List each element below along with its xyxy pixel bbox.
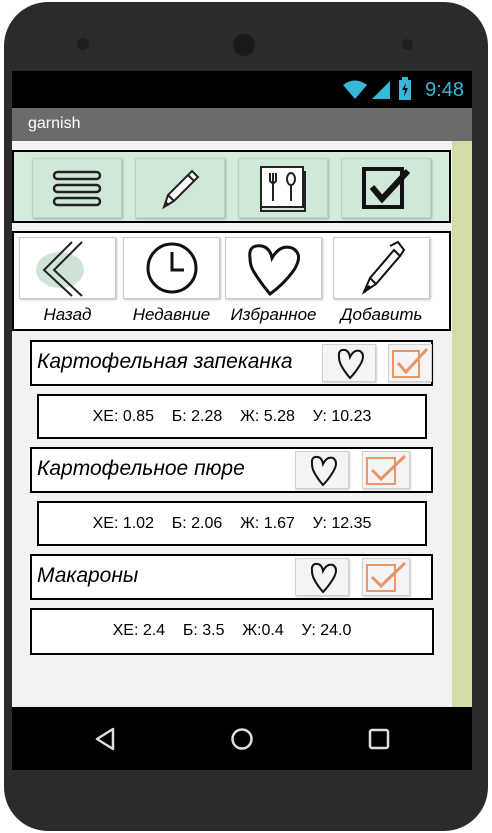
back-triangle-icon[interactable]: [93, 727, 117, 751]
front-camera: [77, 38, 89, 50]
nutrition-values: ХЕ: 1.02 Б: 2.06 Ж: 1.67 У: 12.35: [92, 515, 372, 532]
back-label: Назад: [43, 305, 92, 324]
system-nav-bar: [12, 707, 472, 770]
status-bar: 9:48: [12, 71, 472, 108]
favorite-button[interactable]: [322, 344, 376, 382]
screen: 9:48 garnish Назад Недавние Избранное До…: [12, 71, 472, 770]
checkbox-icon: [392, 347, 429, 378]
recipe-book-icon: [260, 166, 306, 212]
top-toolbar: [12, 150, 451, 223]
sensor-dot: [402, 39, 413, 50]
pencil-icon: [162, 169, 200, 210]
heart-icon: [337, 348, 364, 380]
nutrition-row: ХЕ: 0.85 Б: 2.28 Ж: 5.28 У: 10.23: [37, 394, 427, 439]
back-chevron-icon: [36, 241, 84, 297]
clock-icon: [146, 242, 198, 294]
favorite-button[interactable]: [295, 558, 349, 596]
list-item-header[interactable]: Картофельная запеканка: [30, 340, 433, 386]
nutrition-values: ХЕ: 2.4 Б: 3.5 Ж:0.4 У: 24.0: [112, 622, 352, 639]
edit-button[interactable]: [135, 158, 225, 218]
favorites-label: Избранное: [230, 305, 317, 324]
app-title: garnish: [28, 115, 81, 132]
list-item-header[interactable]: Картофельное пюре: [30, 447, 433, 493]
heart-icon: [248, 244, 300, 297]
checkbox-icon: [362, 167, 411, 209]
add-label: Добавить: [340, 305, 423, 324]
recents-square-icon[interactable]: [367, 727, 391, 751]
item-name: Макароны: [37, 564, 139, 587]
menu-icon: [52, 170, 102, 207]
favorite-button[interactable]: [295, 451, 349, 489]
nutrition-row: ХЕ: 2.4 Б: 3.5 Ж:0.4 У: 24.0: [30, 608, 434, 655]
favorites-button[interactable]: [225, 237, 322, 299]
add-button[interactable]: [333, 237, 430, 299]
recipes-button[interactable]: [238, 158, 328, 218]
checkbox-icon: [366, 454, 407, 485]
speaker-grille: [233, 34, 255, 56]
back-button[interactable]: [19, 237, 116, 299]
heart-icon: [310, 455, 337, 487]
home-circle-icon[interactable]: [230, 727, 254, 751]
recent-button[interactable]: [123, 237, 220, 299]
battery-icon: [399, 77, 411, 100]
pen-icon: [361, 240, 406, 295]
done-button[interactable]: [341, 158, 431, 218]
app-title-bar: garnish: [12, 108, 472, 141]
select-button[interactable]: [362, 451, 410, 489]
status-time: 9:48: [425, 79, 464, 101]
nutrition-values: ХЕ: 0.85 Б: 2.28 Ж: 5.28 У: 10.23: [92, 408, 372, 425]
nav-toolbar: Назад Недавние Избранное Добавить: [12, 231, 451, 331]
item-name: Картофельная запеканка: [37, 350, 293, 373]
heart-icon: [310, 562, 337, 594]
phone-frame: 9:48 garnish Назад Недавние Избранное До…: [4, 2, 488, 831]
checkbox-icon: [366, 561, 407, 592]
nutrition-row: ХЕ: 1.02 Б: 2.06 Ж: 1.67 У: 12.35: [37, 501, 427, 546]
select-button[interactable]: [388, 344, 432, 382]
item-name: Картофельное пюре: [37, 457, 245, 480]
side-strip: [452, 141, 472, 707]
menu-button[interactable]: [32, 158, 122, 218]
list-item-header[interactable]: Макароны: [30, 554, 433, 600]
recent-label: Недавние: [132, 305, 211, 324]
signal-icon: [372, 81, 390, 99]
select-button[interactable]: [362, 558, 410, 596]
wifi-icon: [343, 80, 367, 99]
